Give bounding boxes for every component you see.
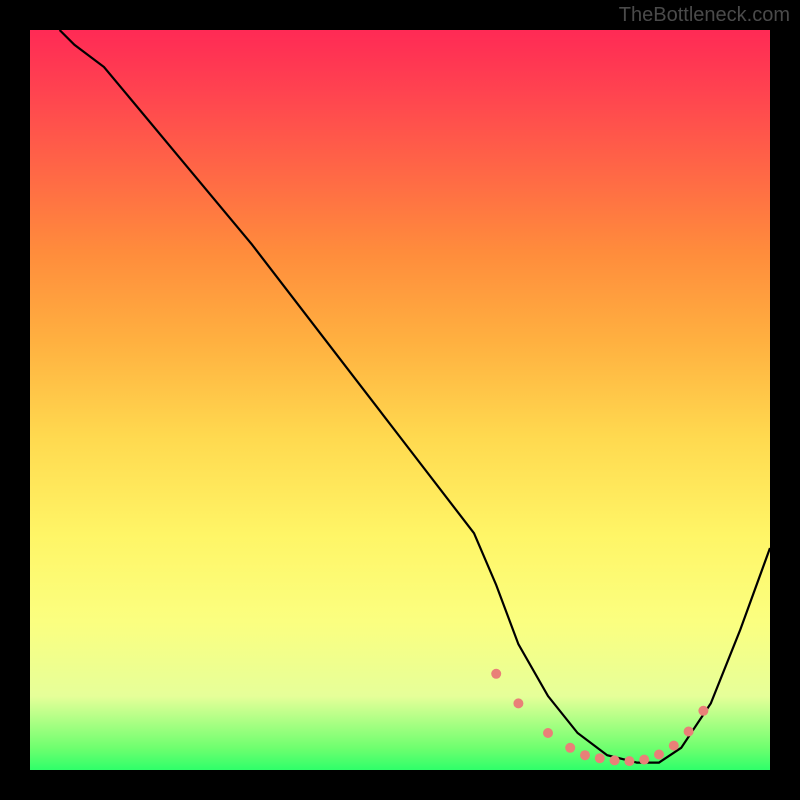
highlight-dot	[491, 669, 501, 679]
watermark-text: TheBottleneck.com	[619, 4, 790, 27]
highlight-dot	[543, 728, 553, 738]
chart-overlay-svg	[0, 0, 800, 800]
highlight-dot	[684, 727, 694, 737]
highlight-dot	[639, 755, 649, 765]
highlight-dot	[624, 756, 634, 766]
highlight-dot	[513, 698, 523, 708]
highlight-dot	[654, 750, 664, 760]
highlight-dot	[610, 755, 620, 765]
highlight-dot	[580, 750, 590, 760]
highlight-dot	[565, 743, 575, 753]
chart-curve-line	[60, 30, 770, 763]
highlight-dot	[698, 706, 708, 716]
highlight-dot	[595, 753, 605, 763]
highlight-dot	[669, 741, 679, 751]
